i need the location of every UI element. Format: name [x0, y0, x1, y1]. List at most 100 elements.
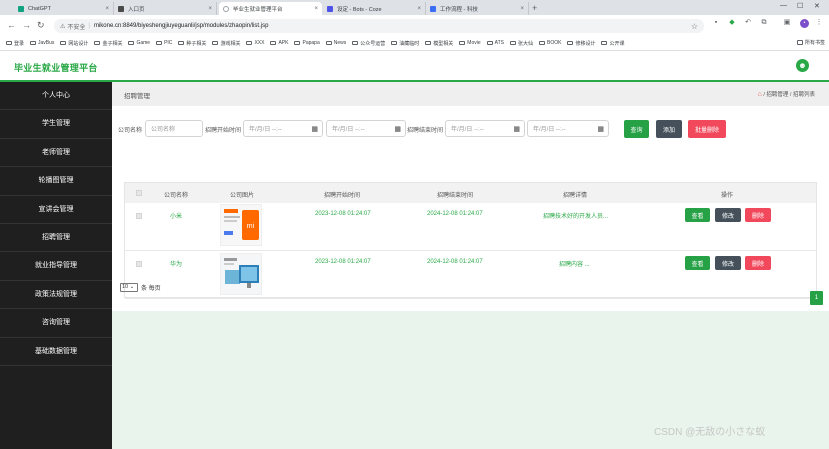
tab-workflow[interactable]: 工作流程 - 科技 ×	[426, 2, 529, 15]
bookmark-item[interactable]: 登录	[6, 40, 24, 47]
tab-entry[interactable]: 入口页 ×	[114, 2, 217, 15]
bookmark-item[interactable]: ATS	[486, 40, 504, 46]
header-actions: 操作	[721, 193, 734, 199]
bookmark-item[interactable]: XXX	[246, 40, 264, 46]
close-icon[interactable]: ×	[417, 6, 421, 12]
list-panel: 公司名称 公司名称 招聘开始时间 年/月/日 --:-- ▦ 年/月/日 --:…	[112, 106, 829, 311]
bookmark-item[interactable]: APK	[270, 40, 288, 46]
row-checkbox[interactable]	[136, 213, 142, 219]
bookmark-item[interactable]: 模型相关	[425, 40, 453, 47]
close-window-icon[interactable]: ✕	[814, 2, 820, 10]
url-field[interactable]: ⚠ 不安全 | mikone.cn:8849/biyeshengjiuyegua…	[54, 19, 704, 33]
maximize-icon[interactable]: ☐	[797, 2, 803, 10]
query-button[interactable]: 查询	[624, 120, 649, 138]
breadcrumb-level1[interactable]: 招聘管理	[766, 92, 788, 98]
edit-button[interactable]: 修改	[715, 256, 741, 270]
page-size-control: 10 ⌄ 条 每页	[120, 283, 161, 292]
sidebar-item[interactable]: 个人中心	[0, 82, 112, 111]
close-icon[interactable]: ×	[520, 6, 524, 12]
bookmark-item[interactable]: 种子相关	[178, 40, 206, 47]
sidebar-item[interactable]: 宣讲会管理	[0, 196, 112, 224]
batch-delete-button[interactable]: 批量删除	[688, 120, 726, 138]
reload-icon[interactable]: ↻	[37, 20, 45, 30]
sidebar-item[interactable]: 政策法规管理	[0, 281, 112, 310]
bookmark-item[interactable]: News	[325, 40, 346, 46]
close-icon[interactable]: ×	[105, 6, 109, 12]
tab-coze[interactable]: 设定 - Bots - Coze ×	[323, 2, 426, 15]
share-icon[interactable]: ↶	[744, 19, 752, 27]
sidebar-item[interactable]: 老师管理	[0, 139, 112, 168]
puzzle-icon[interactable]: ⧉	[760, 19, 768, 27]
bookmark-item[interactable]: PIC	[156, 40, 172, 46]
table-row: 小米 mi 2023-12-08 01:24:07 2024-12-08 01:…	[125, 203, 816, 251]
minimize-icon[interactable]: —	[780, 2, 787, 9]
home-icon[interactable]: ⌂	[758, 91, 762, 98]
extension-icon[interactable]: ▪	[712, 19, 720, 27]
folder-icon	[212, 40, 219, 46]
page-number-button[interactable]: 1	[810, 291, 823, 305]
folder-icon	[539, 40, 546, 46]
bookmark-item[interactable]: 公开课	[601, 40, 625, 47]
delete-button[interactable]: 删除	[745, 208, 771, 222]
page-size-select[interactable]: 10 ⌄	[120, 283, 138, 292]
end-time-to-input[interactable]: 年/月/日 --:-- ▦	[527, 120, 609, 137]
bookmark-item[interactable]: 油藏临时	[391, 40, 419, 47]
close-icon[interactable]: ×	[208, 6, 212, 12]
back-icon[interactable]: ←	[7, 20, 16, 30]
header-company: 公司名称	[164, 193, 189, 199]
bookmark-item[interactable]: 公众号运营	[352, 40, 385, 47]
end-time-from-input[interactable]: 年/月/日 --:-- ▦	[445, 120, 525, 137]
bookmark-item[interactable]: 金子相关	[94, 40, 122, 47]
forward-icon[interactable]: →	[22, 20, 31, 30]
sidebar-item[interactable]: 轮播图管理	[0, 167, 112, 196]
add-button[interactable]: 添加	[656, 120, 682, 138]
header-detail: 招聘详情	[563, 193, 588, 199]
shield-icon[interactable]: ◆	[728, 19, 736, 27]
sidepanel-icon[interactable]: ▣	[783, 19, 791, 27]
bookmark-item[interactable]: 游戏相关	[212, 40, 240, 47]
tab-chatgpt[interactable]: ChatGPT ×	[14, 2, 114, 15]
close-icon[interactable]: ×	[314, 6, 318, 12]
tab-platform[interactable]: 毕业生就业管理平台 ×	[219, 2, 322, 15]
svg-text:mi: mi	[247, 223, 255, 230]
profile-avatar[interactable]: •	[800, 19, 809, 28]
bookmarks-bar: 登录 JavBus 网站设计 金子相关 Game PIC 种子相关 游戏相关 XXX APK Pap…	[0, 36, 829, 51]
folder-icon	[352, 40, 359, 46]
start-time-to-input[interactable]: 年/月/日 --:-- ▦	[326, 120, 406, 137]
sidebar-item[interactable]: 招聘管理	[0, 224, 112, 253]
company-search-input[interactable]: 公司名称	[145, 120, 203, 137]
calendar-icon[interactable]: ▦	[394, 125, 401, 133]
bookmark-item[interactable]: BOOK	[539, 40, 561, 46]
calendar-icon[interactable]: ▦	[597, 125, 604, 133]
bookmark-item[interactable]: Movie	[459, 40, 481, 46]
separator-icon: |	[88, 23, 90, 29]
folder-icon	[796, 40, 803, 45]
bookmark-item[interactable]: 网站设计	[60, 40, 88, 47]
user-avatar-icon[interactable]: ☻	[796, 59, 809, 72]
all-bookmarks[interactable]: 所有书签	[796, 39, 825, 46]
bookmark-item[interactable]: Game	[128, 40, 150, 46]
sidebar-item[interactable]: 就业指导管理	[0, 252, 112, 281]
calendar-icon[interactable]: ▦	[513, 125, 520, 133]
breadcrumb-path: ⌂ / 招聘管理 / 招聘列表	[757, 91, 815, 98]
sidebar-item[interactable]: 学生管理	[0, 110, 112, 139]
bookmark-item[interactable]: 张大仙	[510, 40, 533, 47]
start-time-from-input[interactable]: 年/月/日 --:-- ▦	[243, 120, 323, 137]
new-tab-button[interactable]: +	[532, 2, 537, 14]
bookmark-star-icon[interactable]: ☆	[691, 22, 698, 31]
sidebar-item[interactable]: 基础数据管理	[0, 338, 112, 366]
edit-button[interactable]: 修改	[715, 208, 741, 222]
bookmark-item[interactable]: Papapa	[294, 40, 320, 46]
menu-icon[interactable]: ⋮	[815, 19, 823, 27]
view-button[interactable]: 查看	[685, 208, 710, 222]
bookmark-item[interactable]: 修移设计	[567, 40, 595, 47]
bookmark-item[interactable]: JavBus	[30, 40, 54, 46]
delete-button[interactable]: 删除	[745, 256, 771, 270]
sidebar-item[interactable]: 咨询管理	[0, 309, 112, 338]
row-checkbox[interactable]	[136, 261, 142, 267]
folder-icon	[425, 40, 432, 46]
folder-icon	[60, 40, 67, 46]
view-button[interactable]: 查看	[685, 256, 710, 270]
calendar-icon[interactable]: ▦	[311, 125, 318, 133]
select-all-checkbox[interactable]	[136, 190, 142, 196]
